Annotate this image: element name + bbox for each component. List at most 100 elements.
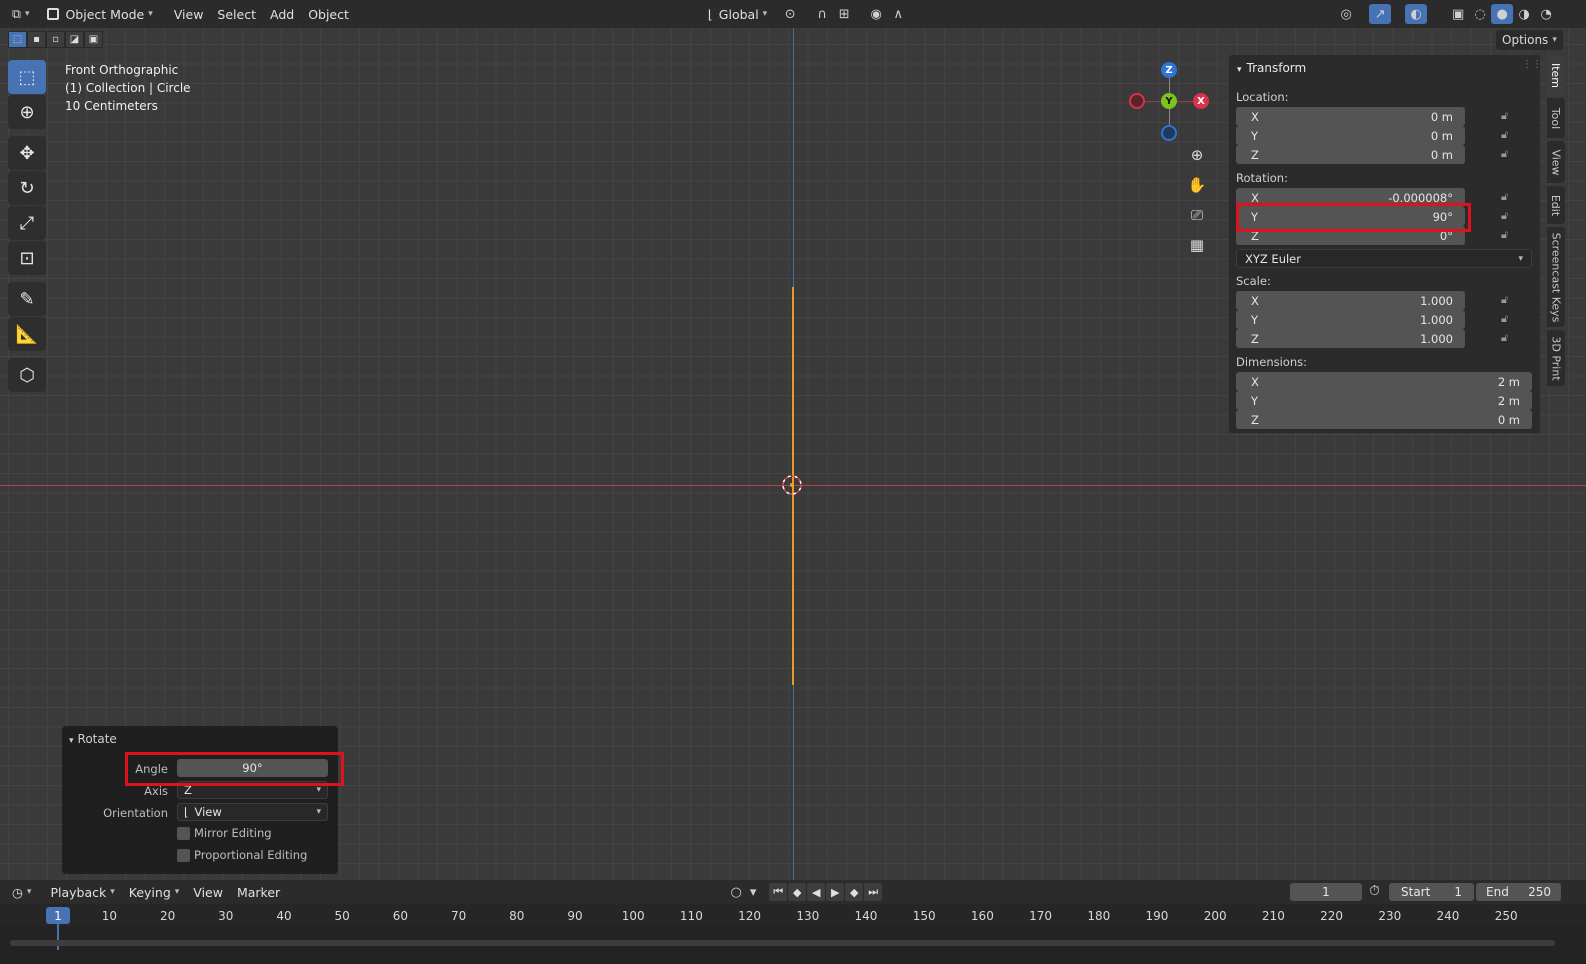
jump-start-icon[interactable]: ⏮	[769, 883, 788, 901]
timeline-editor-type-button[interactable]: ◷ ▾	[6, 881, 37, 903]
scale-z-field[interactable]: Z 1.000	[1236, 329, 1465, 348]
snap-icon[interactable]: ∩	[811, 4, 833, 24]
wireframe-shading-icon[interactable]: ◌	[1469, 4, 1491, 24]
camera-view-icon[interactable]: ⎚	[1184, 202, 1210, 228]
pan-hand-icon[interactable]: ✋	[1184, 172, 1210, 198]
timeline-scrollbar[interactable]	[10, 940, 1555, 946]
lock-scale-y-icon[interactable]: 🔓︎	[1501, 312, 1508, 326]
gizmo-x-icon[interactable]: X	[1193, 93, 1209, 109]
lock-location-z-icon[interactable]: 🔓︎	[1501, 147, 1508, 161]
frame-tick-label: 160	[970, 909, 994, 923]
lock-scale-x-icon[interactable]: 🔓︎	[1501, 293, 1508, 307]
orientation-dropdown[interactable]: ⌊ View ▾	[177, 803, 328, 821]
location-x-field[interactable]: X0 m	[1236, 107, 1465, 126]
tab-tool[interactable]: Tool	[1547, 98, 1565, 138]
tab-screencast-keys[interactable]: Screencast Keys	[1547, 227, 1565, 327]
dimensions-y-field[interactable]: Y2 m	[1236, 391, 1532, 410]
overlays-icon[interactable]: ◐	[1405, 4, 1428, 24]
operator-title[interactable]: ▾ Rotate	[69, 732, 117, 746]
solid-shading-icon[interactable]: ●	[1491, 4, 1514, 24]
gizmo-z-icon[interactable]: Z	[1161, 62, 1177, 78]
playhead[interactable]: 1	[46, 907, 70, 924]
lock-location-y-icon[interactable]: 🔓︎	[1501, 128, 1508, 142]
tab-3d-print[interactable]: 3D Print	[1547, 330, 1565, 386]
transform-tool-icon[interactable]: ⊡	[8, 241, 46, 275]
current-frame-field[interactable]: 1	[1290, 883, 1362, 901]
gizmo-neg-x-icon[interactable]	[1129, 93, 1145, 109]
select-intersect-icon[interactable]: ▣	[84, 31, 103, 48]
frame-tick-label: 200	[1203, 909, 1227, 923]
annotate-tool-icon[interactable]: ✎	[8, 282, 46, 316]
tab-edit[interactable]: Edit	[1547, 186, 1565, 224]
stopwatch-icon[interactable]: ⏱	[1369, 883, 1380, 899]
location-z-field[interactable]: Z0 m	[1236, 145, 1465, 164]
snap-target-icon[interactable]: ⊞	[833, 4, 855, 24]
select-new-icon[interactable]: ⬚	[8, 31, 27, 48]
lock-scale-z-icon[interactable]: 🔓︎	[1501, 331, 1508, 345]
play-icon[interactable]: ▶	[826, 883, 845, 901]
playhead-line	[57, 924, 59, 950]
location-y-field[interactable]: Y0 m	[1236, 126, 1465, 145]
proportional-edit-icon[interactable]: ◉	[865, 4, 887, 24]
menu-object[interactable]: Object	[301, 3, 356, 25]
play-reverse-icon[interactable]: ◀	[807, 883, 826, 901]
scale-x-field[interactable]: X 1.000	[1236, 291, 1465, 310]
menu-select[interactable]: Select	[210, 3, 263, 25]
dimensions-x-field[interactable]: X2 m	[1236, 372, 1532, 391]
zoom-icon[interactable]: ⊕	[1184, 142, 1210, 168]
falloff-icon[interactable]: ∧	[887, 4, 909, 24]
select-box-tool-icon[interactable]: ⬚	[8, 60, 46, 94]
frame-ruler[interactable]	[0, 904, 1586, 926]
dimensions-z-field[interactable]: Z0 m	[1236, 410, 1532, 429]
orientation-dropdown[interactable]: ⌊ Global ▾	[702, 3, 773, 25]
menu-add[interactable]: Add	[263, 3, 301, 25]
lock-rotation-z-icon[interactable]: 🔓︎	[1501, 228, 1508, 242]
move-tool-icon[interactable]: ✥	[8, 136, 46, 170]
select-extend-icon[interactable]: ▪	[27, 31, 46, 48]
lock-rotation-y-icon[interactable]: 🔓︎	[1501, 209, 1508, 223]
menu-timeline-view[interactable]: View	[186, 881, 230, 903]
pivot-point-icon[interactable]: ⊙	[779, 4, 801, 24]
tab-item[interactable]: Item	[1547, 55, 1565, 95]
frame-tick-label: 100	[621, 909, 645, 923]
gizmo-neg-z-icon[interactable]	[1161, 125, 1177, 141]
menu-keying[interactable]: Keying ▾	[122, 881, 187, 903]
rotation-mode-dropdown[interactable]: XYZ Euler ▾	[1236, 249, 1532, 268]
gizmo-toggle-icon[interactable]: ↗	[1369, 4, 1392, 24]
menu-view[interactable]: View	[167, 3, 211, 25]
ortho-grid-icon[interactable]: ▦	[1184, 232, 1210, 258]
jump-end-icon[interactable]: ⏭	[864, 883, 883, 901]
editor-type-button[interactable]: ⧉ ▾	[6, 3, 35, 25]
start-frame-field[interactable]: Start 1	[1389, 883, 1474, 901]
mode-dropdown[interactable]: Object Mode ▾	[41, 3, 159, 25]
mirror-editing-checkbox[interactable]	[177, 827, 190, 840]
tab-view[interactable]: View	[1547, 141, 1565, 183]
next-keyframe-icon[interactable]: ◆	[845, 883, 864, 901]
rotate-tool-icon[interactable]: ↻	[8, 171, 46, 205]
visibility-icon[interactable]: ◎	[1335, 4, 1357, 24]
add-cube-tool-icon[interactable]: ⬡	[8, 358, 46, 392]
prev-keyframe-icon[interactable]: ◆	[788, 883, 807, 901]
select-subtract-icon[interactable]: ▫	[46, 31, 65, 48]
auto-keying-icon[interactable]: ○	[725, 882, 747, 902]
menu-playback[interactable]: Playback ▾	[43, 881, 121, 903]
lock-location-x-icon[interactable]: 🔓︎	[1501, 109, 1508, 123]
material-shading-icon[interactable]: ◑	[1513, 4, 1535, 24]
panel-drag-handle-icon[interactable]: ⋮⋮	[1522, 59, 1542, 70]
options-label: Options	[1502, 33, 1549, 47]
options-button[interactable]: Options ▾	[1496, 30, 1563, 50]
select-invert-icon[interactable]: ◪	[65, 31, 84, 48]
scale-tool-icon[interactable]: ⤢	[8, 206, 46, 240]
cursor-tool-icon[interactable]: ⊕	[8, 95, 46, 129]
scale-y-field[interactable]: Y 1.000	[1236, 310, 1465, 329]
lock-rotation-x-icon[interactable]: 🔓︎	[1501, 190, 1508, 204]
menu-marker[interactable]: Marker	[230, 881, 287, 903]
measure-tool-icon[interactable]: 📐	[8, 317, 46, 351]
end-frame-field[interactable]: End 250	[1476, 883, 1561, 901]
transform-panel-title[interactable]: ▾ Transform	[1237, 61, 1306, 75]
xray-icon[interactable]: ▣	[1447, 4, 1469, 24]
keying-dropdown-icon[interactable]: ▾	[747, 882, 759, 902]
rendered-shading-icon[interactable]: ◔	[1535, 4, 1557, 24]
proportional-editing-checkbox[interactable]	[177, 849, 190, 862]
gizmo-y-icon[interactable]: Y	[1161, 93, 1177, 109]
